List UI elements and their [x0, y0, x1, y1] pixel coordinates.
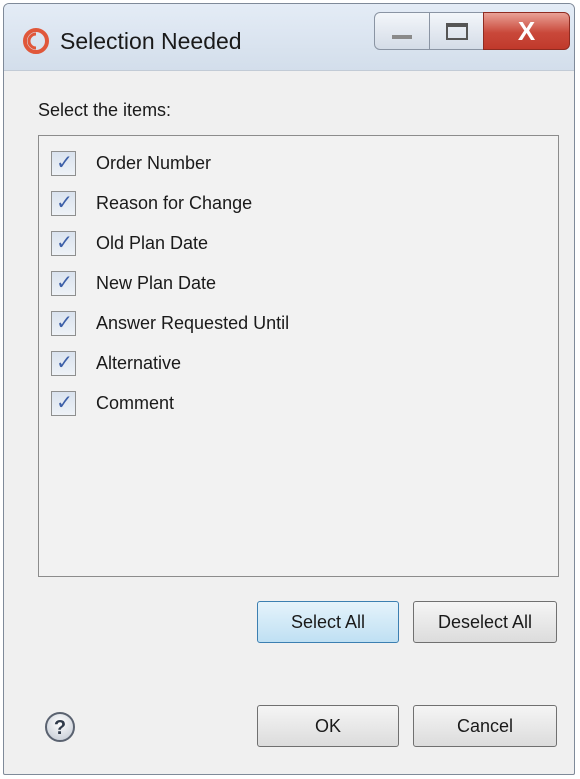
item-label: Order Number [96, 153, 212, 173]
checkbox-comment[interactable]: ✓ [51, 391, 76, 416]
checkbox-new-plan-date[interactable]: ✓ [51, 271, 76, 296]
list-item-reason-for-change[interactable]: ✓ Reason for Change [51, 188, 541, 220]
checkbox-reason-for-change[interactable]: ✓ [51, 191, 76, 216]
list-item-comment[interactable]: ✓ Comment [51, 388, 541, 420]
checkbox-alternative[interactable]: ✓ [51, 351, 76, 376]
checkmark-icon: ✓ [56, 392, 73, 414]
deselect-all-button[interactable]: Deselect All [413, 601, 557, 643]
checkmark-icon: ✓ [56, 232, 73, 254]
checkbox-order-number[interactable]: ✓ [51, 151, 76, 176]
select-items-label: Select the items: [38, 100, 172, 120]
minimize-icon [392, 35, 412, 39]
items-list: ✓ Order Number ✓ Reason for Change ✓ Old… [38, 135, 559, 577]
item-label: Comment [96, 393, 175, 413]
list-item-order-number[interactable]: ✓ Order Number [51, 148, 541, 180]
checkmark-icon: ✓ [56, 192, 73, 214]
item-label: Alternative [96, 353, 182, 373]
close-icon: X [517, 16, 536, 46]
list-item-answer-requested-until[interactable]: ✓ Answer Requested Until [51, 308, 541, 340]
list-item-old-plan-date[interactable]: ✓ Old Plan Date [51, 228, 541, 260]
caption-buttons: X [374, 12, 570, 52]
item-label: New Plan Date [96, 273, 217, 293]
cancel-button[interactable]: Cancel [413, 705, 557, 747]
item-label: Answer Requested Until [96, 313, 290, 333]
checkbox-answer-requested-until[interactable]: ✓ [51, 311, 76, 336]
window-title: Selection Needed [60, 28, 242, 54]
checkmark-icon: ✓ [56, 312, 73, 334]
item-label: Reason for Change [96, 193, 253, 213]
close-button[interactable]: X [483, 12, 570, 50]
checkbox-old-plan-date[interactable]: ✓ [51, 231, 76, 256]
svg-text:?: ? [54, 717, 66, 739]
item-label: Old Plan Date [96, 233, 209, 253]
select-all-button[interactable]: Select All [257, 601, 399, 643]
title-bar[interactable]: Selection Needed X [4, 4, 574, 71]
help-icon[interactable]: ? [44, 711, 76, 743]
list-item-alternative[interactable]: ✓ Alternative [51, 348, 541, 380]
app-logo-icon [23, 28, 49, 54]
minimize-button[interactable] [374, 12, 430, 50]
ok-button[interactable]: OK [257, 705, 399, 747]
selection-dialog: Selection Needed X Select the items: ✓ O… [3, 3, 575, 775]
maximize-button[interactable] [429, 12, 484, 50]
checkmark-icon: ✓ [56, 272, 73, 294]
list-item-new-plan-date[interactable]: ✓ New Plan Date [51, 268, 541, 300]
maximize-icon [446, 23, 468, 40]
checkmark-icon: ✓ [56, 352, 73, 374]
checkmark-icon: ✓ [56, 152, 73, 174]
